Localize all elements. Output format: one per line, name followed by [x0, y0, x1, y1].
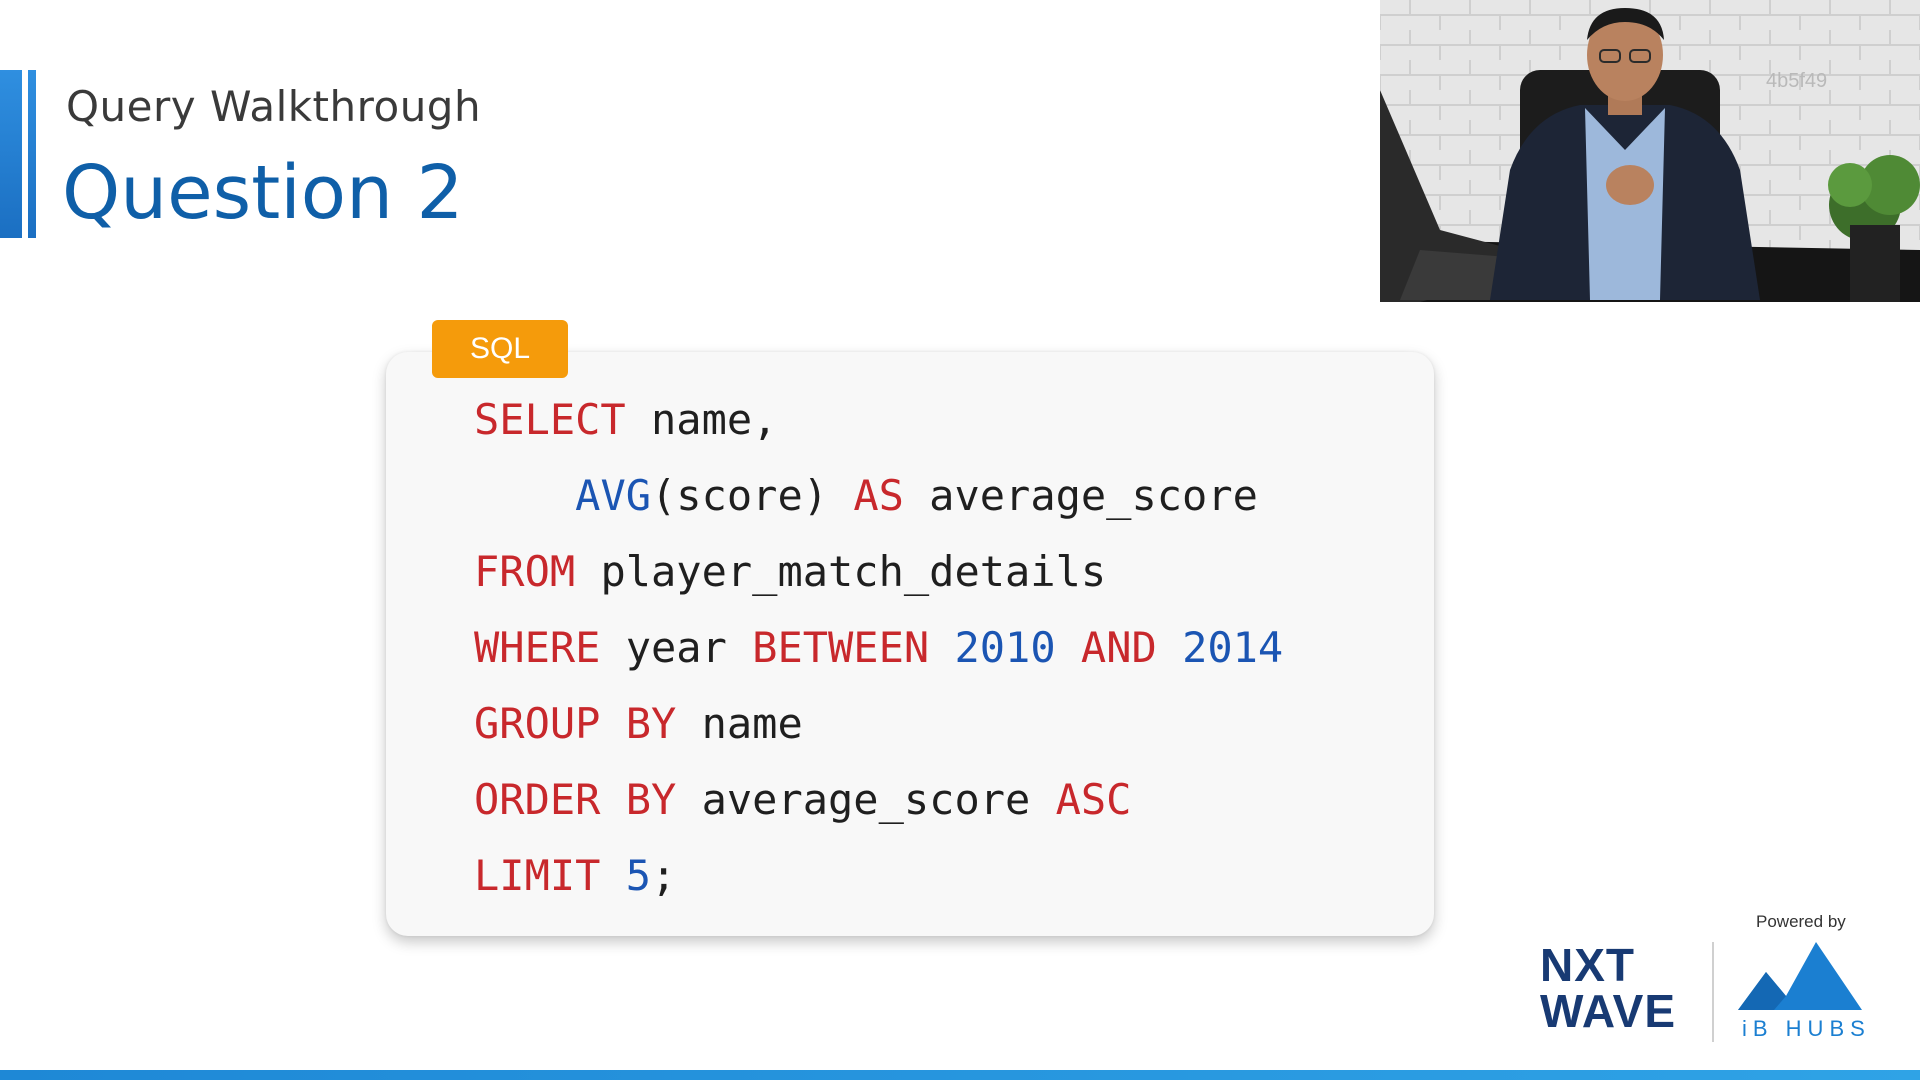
code-identifier: ; — [651, 851, 677, 900]
code-number: 2010 — [954, 623, 1056, 672]
code-keyword: AS — [853, 471, 904, 520]
code-identifier: average_score — [676, 775, 1056, 824]
presenter-video-frame — [1380, 0, 1920, 302]
code-keyword: AND — [1080, 623, 1157, 672]
code-identifier: (score) — [651, 471, 854, 520]
code-identifier: year — [600, 623, 753, 672]
code-line: SELECT name, — [474, 382, 1283, 458]
language-badge: SQL — [432, 320, 568, 378]
code-identifier — [600, 851, 625, 900]
nxtwave-logo-wave: WAVE — [1540, 985, 1677, 1037]
code-function: AVG — [575, 471, 652, 520]
slide-subtitle: Query Walkthrough — [66, 82, 482, 131]
code-keyword: GROUP BY — [474, 699, 677, 748]
code-identifier — [474, 471, 575, 520]
logo-divider — [1712, 942, 1714, 1042]
sql-code-block: SELECT name, AVG(score) AS average_score… — [474, 382, 1283, 914]
code-keyword: FROM — [474, 547, 576, 596]
video-watermark-id: 4b5f49 — [1766, 70, 1828, 92]
code-identifier — [1056, 623, 1081, 672]
code-line: WHERE year BETWEEN 2010 AND 2014 — [474, 610, 1283, 686]
code-line: AVG(score) AS average_score — [474, 458, 1283, 534]
code-line: FROM player_match_details — [474, 534, 1283, 610]
webcam-video-panel — [1380, 0, 1920, 302]
code-keyword: ORDER BY — [474, 775, 677, 824]
slide: Query Walkthrough Question 2 4b5f49 SQL … — [0, 0, 1920, 1080]
code-line: GROUP BY name — [474, 686, 1283, 762]
code-keyword: BETWEEN — [752, 623, 930, 672]
code-keyword: SELECT — [474, 395, 626, 444]
nxtwave-logo-nxt: NXT — [1540, 939, 1635, 991]
powered-by-label: Powered by — [1756, 912, 1846, 931]
code-identifier: name — [676, 699, 803, 748]
code-identifier: average_score — [903, 471, 1258, 520]
slide-title: Question 2 — [62, 150, 464, 236]
code-keyword: LIMIT — [474, 851, 601, 900]
code-number: 5 — [625, 851, 652, 900]
code-keyword: WHERE — [474, 623, 601, 672]
code-identifier: name, — [625, 395, 778, 444]
code-line: ORDER BY average_score ASC — [474, 762, 1283, 838]
code-identifier — [929, 623, 954, 672]
code-identifier — [1157, 623, 1182, 672]
title-accent-bar — [0, 70, 22, 238]
code-number: 2014 — [1182, 623, 1284, 672]
ibhubs-mountain-icon — [1738, 942, 1862, 1010]
code-line: LIMIT 5; — [474, 838, 1283, 914]
code-keyword: ASC — [1055, 775, 1132, 824]
bottom-accent-bar — [0, 1070, 1920, 1080]
code-identifier: player_match_details — [575, 547, 1107, 596]
title-accent-bar-thin — [28, 70, 36, 238]
ibhubs-logo-text: iB HUBS — [1742, 1016, 1871, 1041]
